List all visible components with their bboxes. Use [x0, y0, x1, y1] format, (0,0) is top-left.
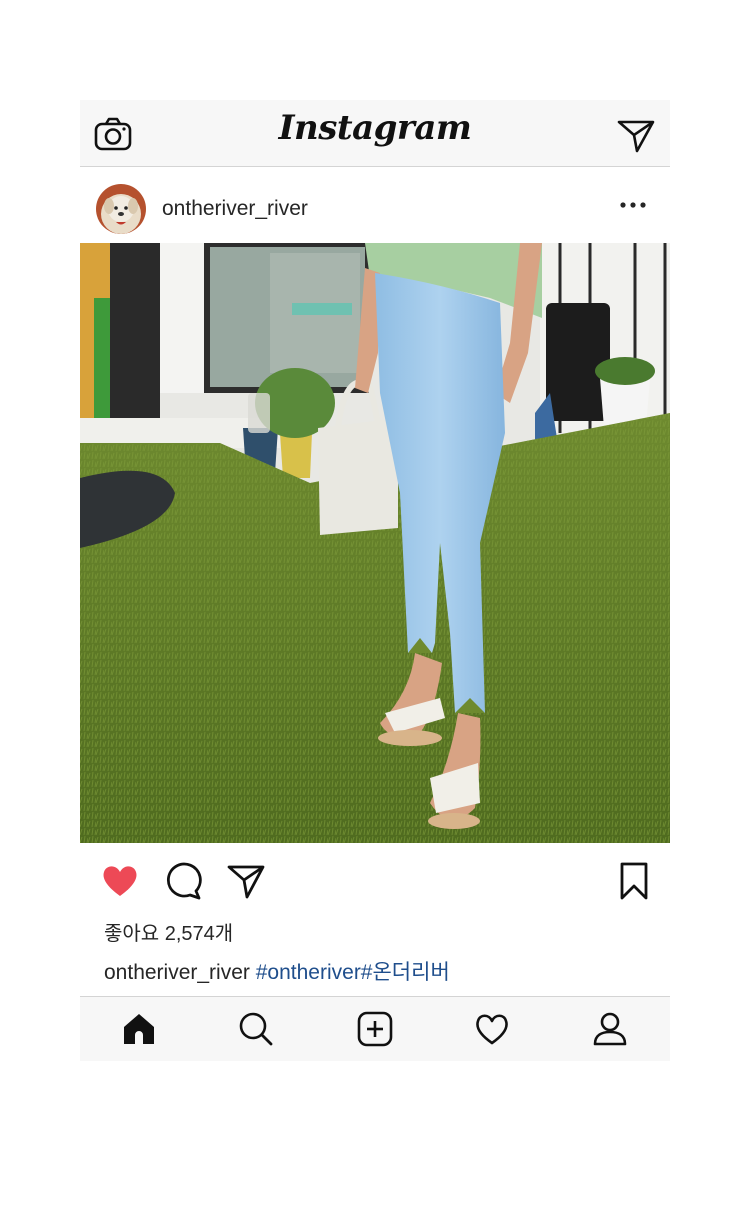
likes-count[interactable]: 좋아요 2,574개 [104, 917, 233, 946]
more-dots-icon[interactable] [618, 195, 648, 215]
top-bar: Instagram [80, 100, 670, 167]
post-actions [80, 843, 670, 919]
heart-filled-icon[interactable] [100, 861, 140, 901]
profile-icon[interactable] [592, 1011, 628, 1047]
avatar[interactable] [96, 184, 146, 234]
comment-bubble-icon[interactable] [164, 861, 204, 901]
bookmark-icon[interactable] [614, 861, 654, 901]
app-logo: Instagram [278, 108, 472, 148]
bottom-navigation [80, 996, 670, 1061]
post-photo-image [80, 243, 670, 843]
caption-username[interactable]: ontheriver_river [104, 961, 250, 984]
home-icon[interactable] [121, 1011, 157, 1047]
post-photo[interactable] [80, 243, 670, 843]
caption-hashtags[interactable]: #ontheriver#온더리버 [256, 961, 450, 984]
paper-plane-icon[interactable] [616, 118, 656, 154]
post-username[interactable]: ontheriver_river [162, 197, 308, 221]
post-header: ontheriver_river [80, 167, 670, 243]
paper-plane-icon[interactable] [226, 861, 266, 901]
post-caption: ontheriver_river #ontheriver#온더리버 [104, 956, 450, 986]
search-icon[interactable] [238, 1011, 274, 1047]
add-post-icon[interactable] [357, 1011, 393, 1047]
activity-heart-icon[interactable] [474, 1011, 510, 1047]
instagram-post-mockup: Instagram ontheriver_river 좋아요 2,574개 on… [80, 100, 670, 1061]
